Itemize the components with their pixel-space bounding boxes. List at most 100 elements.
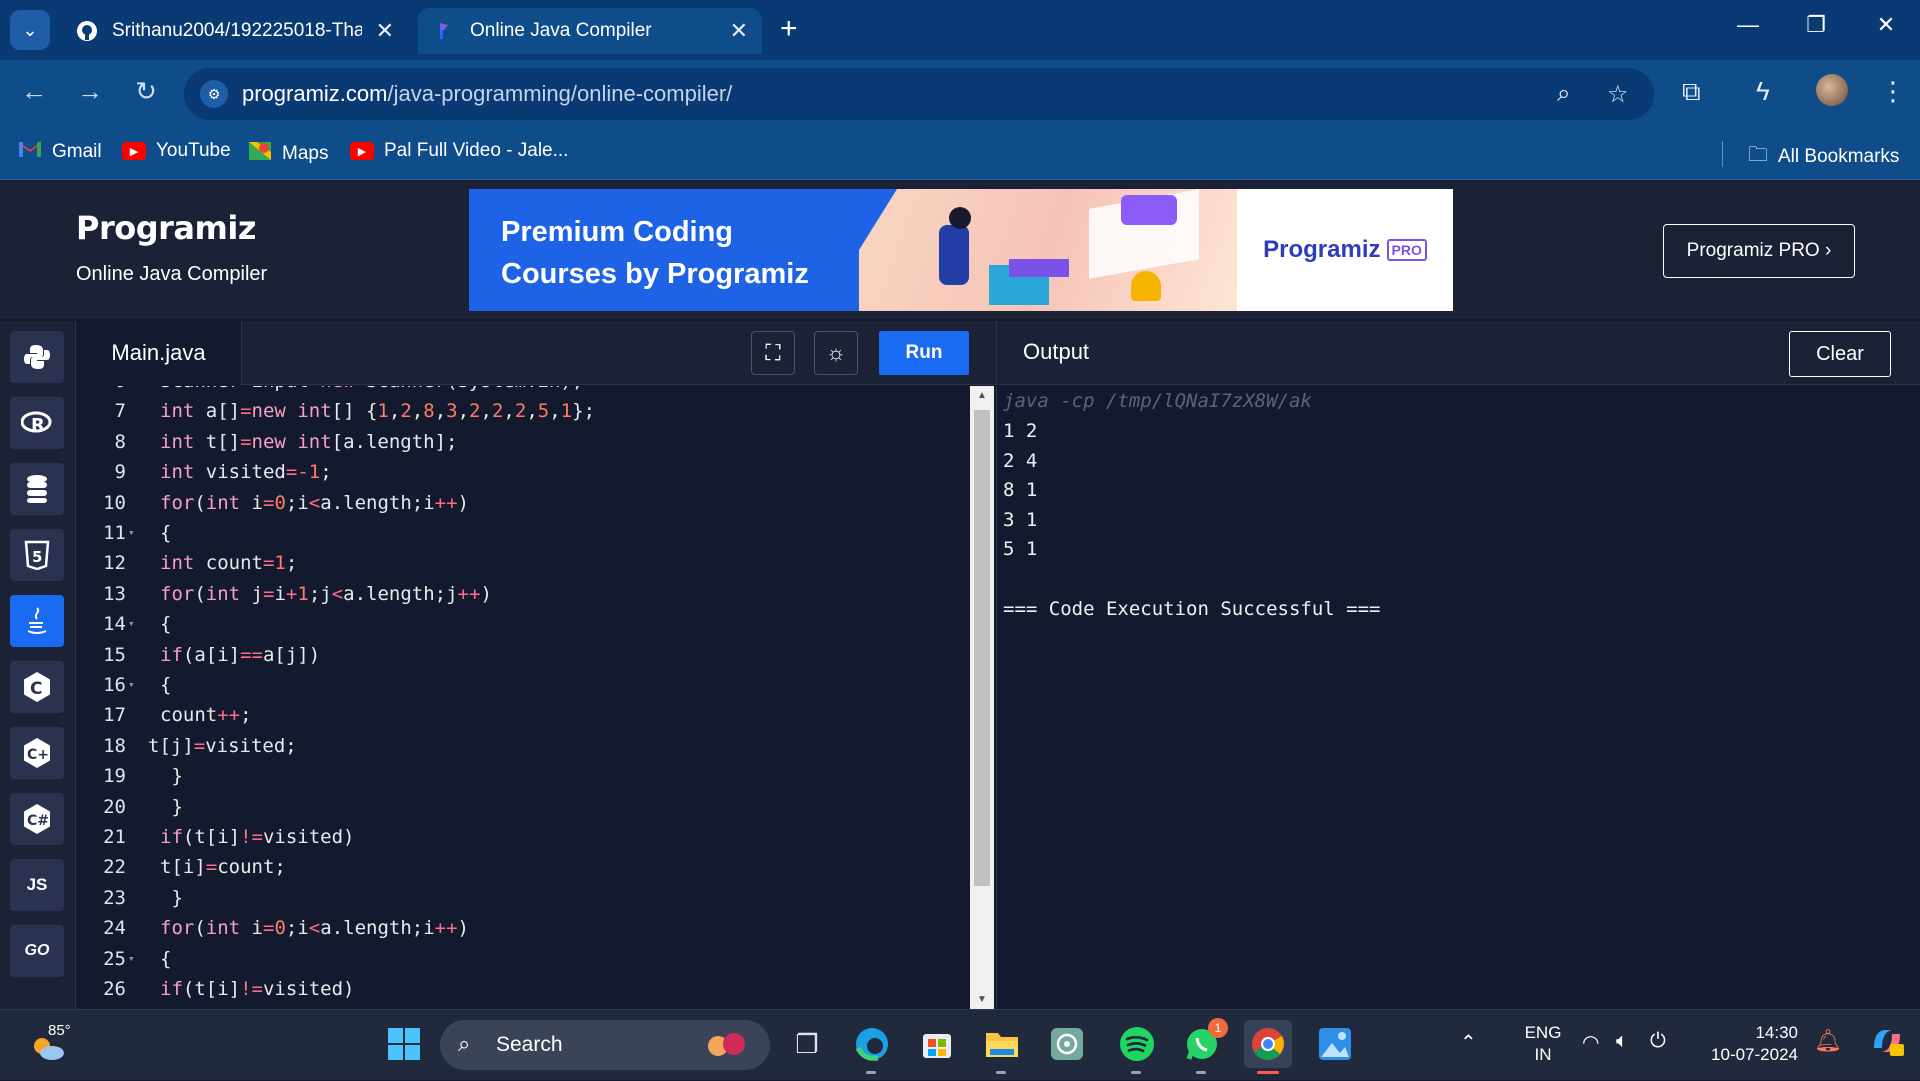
file-explorer-icon[interactable] (978, 1020, 1026, 1074)
all-bookmarks[interactable]: 🗀 All Bookmarks (1748, 140, 1899, 174)
performance-icon[interactable]: ϟ (1756, 76, 1770, 107)
clear-button[interactable]: Clear (1789, 331, 1891, 377)
restore-icon[interactable]: ❐ (1796, 12, 1836, 38)
code-line[interactable]: 13 for(int j=i+1;j<a.length;j++) (76, 583, 970, 613)
theme-toggle-icon[interactable]: ☼ (814, 331, 858, 375)
sql-icon[interactable] (10, 463, 64, 515)
scroll-down-icon[interactable]: ▼ (970, 994, 994, 1005)
copilot-icon[interactable] (1870, 1024, 1904, 1063)
chatgpt-icon[interactable] (1043, 1020, 1091, 1068)
minimize-icon[interactable]: — (1728, 12, 1768, 38)
run-button[interactable]: Run (879, 331, 969, 375)
tab-online-java-compiler[interactable]: Online Java Compiler ✕ (418, 8, 762, 54)
svg-text:5: 5 (32, 548, 42, 566)
close-tab-icon[interactable]: ✕ (730, 18, 748, 44)
programiz-pro-button[interactable]: Programiz PRO › (1663, 224, 1855, 278)
chrome-icon[interactable] (1244, 1020, 1292, 1074)
clock[interactable]: 14:30 10-07-2024 (1686, 1022, 1798, 1066)
csharp-icon[interactable]: C# (10, 793, 64, 845)
code-line[interactable]: 8 int t[]=new int[a.length]; (76, 431, 970, 461)
programiz-logo[interactable]: Programiz (76, 209, 256, 247)
language-indicator[interactable]: ENG IN (1516, 1022, 1570, 1066)
tab-search-button[interactable]: ⌄ (10, 10, 50, 50)
python-icon[interactable] (10, 331, 64, 383)
microsoft-store-icon[interactable] (913, 1020, 961, 1068)
java-icon[interactable] (10, 595, 64, 647)
code-line[interactable]: 23 } (76, 887, 970, 917)
code-line[interactable]: 11 ▾ { (76, 522, 970, 552)
code-line[interactable]: 16 ▾ { (76, 674, 970, 704)
output-line: 3 1 (1003, 509, 1038, 531)
code-text: int t[]=new int[a.length]; (160, 430, 458, 453)
file-tab-main-java[interactable]: Main.java (76, 321, 242, 385)
back-icon[interactable]: ← (14, 76, 54, 107)
site-info-icon[interactable]: ⚙ (200, 80, 228, 108)
extensions-icon[interactable]: ⧉ (1682, 76, 1701, 108)
line-number: 24 (103, 917, 126, 940)
fold-toggle-icon[interactable]: ▾ (128, 526, 135, 539)
editor-scrollbar[interactable]: ▲ ▼ (970, 386, 994, 1009)
bookmark-maps[interactable]: Maps (248, 140, 328, 168)
fullscreen-icon[interactable]: ⛶ (751, 331, 795, 375)
wifi-icon[interactable]: ◠ (1582, 1030, 1599, 1055)
menu-icon[interactable]: ⋮ (1880, 76, 1906, 107)
code-line[interactable]: 12 int count=1; (76, 552, 970, 582)
code-line[interactable]: 20 } (76, 796, 970, 826)
code-line[interactable]: 22 t[i]=count; (76, 856, 970, 886)
new-tab-button[interactable]: + (780, 12, 798, 46)
forward-icon[interactable]: → (70, 76, 110, 107)
volume-icon[interactable]: 🔈︎ (1616, 1030, 1628, 1053)
line-number: 11 (103, 522, 126, 544)
show-hidden-icons-chevron-up-icon[interactable]: ⌃ (1460, 1030, 1477, 1055)
line-number: 21 (103, 826, 126, 848)
html-icon[interactable]: 5 (10, 529, 64, 581)
code-editor[interactable]: 6 Scanner input=new Scanner(System.in); 7 i… (76, 386, 970, 1009)
go-icon[interactable]: GO (10, 925, 64, 977)
task-view-icon[interactable]: ❐ (783, 1020, 831, 1068)
taskbar-search[interactable]: ⌕ Search (440, 1020, 770, 1070)
code-line[interactable]: 15 if(a[i]==a[j]) (76, 644, 970, 674)
bookmark-star-icon[interactable]: ☆ (1607, 80, 1629, 109)
code-line[interactable]: 26 if(t[i]!=visited) (76, 978, 970, 1008)
code-line[interactable]: 6 Scanner input=new Scanner(System.in); (76, 386, 970, 400)
battery-icon[interactable]: ⏻ (1650, 1030, 1666, 1053)
bookmark-youtube[interactable]: ▶ YouTube (122, 140, 231, 162)
profile-avatar[interactable] (1816, 74, 1848, 106)
bookmark-gmail[interactable]: Gmail (18, 140, 102, 164)
javascript-icon[interactable]: JS (10, 859, 64, 911)
spotify-icon[interactable] (1113, 1020, 1161, 1074)
code-line[interactable]: 21 if(t[i]!=visited) (76, 826, 970, 856)
bookmark-video[interactable]: ▶ Pal Full Video - Jale... (350, 140, 568, 162)
whatsapp-icon[interactable]: 1 (1178, 1018, 1228, 1074)
r-icon[interactable]: R (10, 397, 64, 449)
zoom-icon[interactable]: ⌕ (1557, 80, 1570, 108)
windows-start-icon[interactable] (380, 1020, 428, 1068)
code-line[interactable]: 18 t[j]=visited; (76, 735, 970, 765)
code-line[interactable]: 10 for(int i=0;i<a.length;i++) (76, 492, 970, 522)
photos-icon[interactable] (1311, 1020, 1359, 1068)
tab-github[interactable]: Srithanu2004/192225018-Thanu ✕ (60, 8, 408, 54)
code-line[interactable]: 19 } (76, 765, 970, 795)
tab-bar: ⌄ Srithanu2004/192225018-Thanu ✕ Online … (0, 0, 1920, 60)
c-icon[interactable]: C (10, 661, 64, 713)
fold-toggle-icon[interactable]: ▾ (128, 678, 135, 691)
code-line[interactable]: 25 ▾ { (76, 948, 970, 978)
code-text: } (160, 795, 183, 818)
scroll-up-icon[interactable]: ▲ (970, 390, 994, 401)
reload-icon[interactable]: ↻ (126, 76, 166, 107)
address-bar[interactable]: ⚙ programiz.com/java-programming/online-… (184, 68, 1654, 120)
fold-toggle-icon[interactable]: ▾ (128, 952, 135, 965)
close-tab-icon[interactable]: ✕ (376, 18, 394, 44)
code-line[interactable]: 7 int a[]=new int[] {1,2,8,3,2,2,2,5,1}; (76, 400, 970, 430)
close-window-icon[interactable]: ✕ (1866, 12, 1906, 38)
scrollbar-thumb[interactable] (974, 410, 990, 886)
code-line[interactable]: 14 ▾ { (76, 613, 970, 643)
cpp-icon[interactable]: C+ (10, 727, 64, 779)
notification-bell-icon[interactable]: 🔔︎ (1814, 1028, 1842, 1054)
code-line[interactable]: 24 for(int i=0;i<a.length;i++) (76, 917, 970, 947)
code-line[interactable]: 9 int visited=-1; (76, 461, 970, 491)
promo-banner[interactable]: Premium Coding Courses by Programiz Progr… (469, 189, 1453, 311)
edge-icon[interactable] (848, 1020, 896, 1074)
fold-toggle-icon[interactable]: ▾ (128, 617, 135, 630)
code-line[interactable]: 17 count++; (76, 704, 970, 734)
